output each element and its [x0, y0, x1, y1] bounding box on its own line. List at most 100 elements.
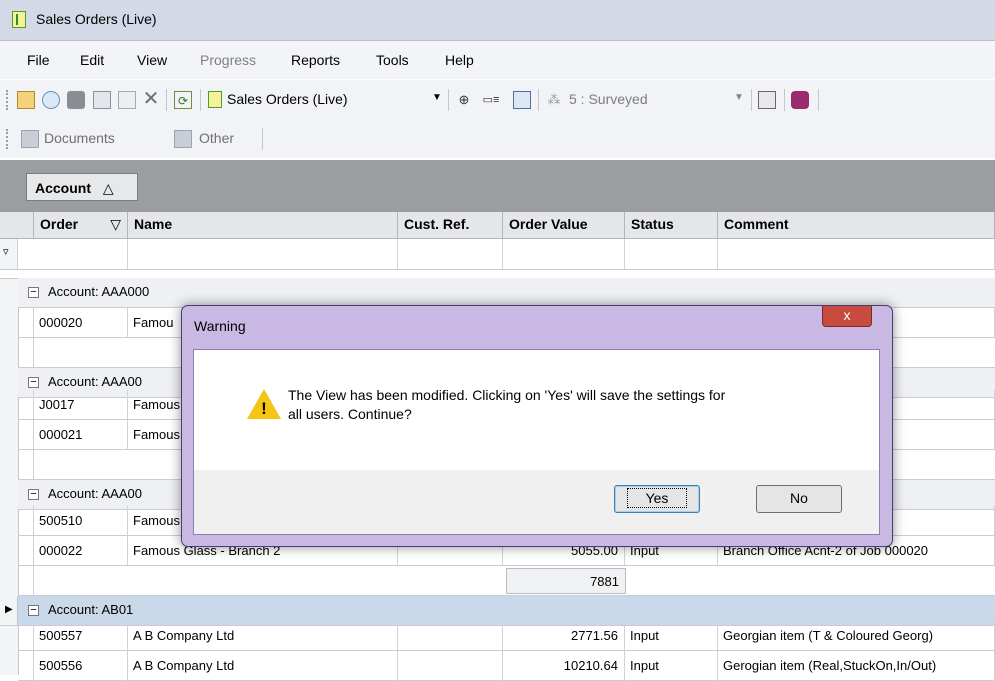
filter-icon-cell: ▿ [0, 239, 18, 269]
dialog-close-button[interactable]: x [822, 306, 872, 327]
filter-cust-ref[interactable] [398, 239, 503, 269]
menu-file[interactable]: File [27, 52, 50, 68]
group-label: Account: AAA000 [48, 284, 150, 299]
filter-icon: ▿ [3, 246, 9, 258]
filter-name[interactable] [128, 239, 398, 269]
properties-icon[interactable] [758, 91, 776, 109]
table-row[interactable]: 500557 A B Company Ltd 2771.56 Input Geo… [18, 621, 995, 651]
preview-icon[interactable] [42, 91, 60, 109]
copy-doc-icon[interactable] [93, 91, 111, 109]
dialog-message-line2: all users. Continue? [288, 406, 412, 422]
book-icon[interactable] [791, 91, 809, 109]
collapse-icon[interactable]: − [28, 605, 39, 616]
paste-icon[interactable] [118, 91, 136, 109]
other-button[interactable]: Other [199, 130, 234, 146]
warning-exclamation: ! [261, 399, 267, 418]
other-icon [174, 130, 192, 148]
row-indent [18, 621, 34, 651]
collapse-icon[interactable]: − [28, 489, 39, 500]
toolbar-grip[interactable] [6, 129, 10, 149]
dialog-body: ! The View has been modified. Clicking o… [193, 349, 880, 535]
cell-comment: Georgian item (T & Coloured Georg) [718, 621, 995, 651]
new-icon[interactable] [17, 91, 35, 109]
cell-comment: Gerogian item (Real,StuckOn,In/Out) [718, 651, 995, 681]
window-title: Sales Orders (Live) [36, 11, 157, 27]
column-header-cust-ref[interactable]: Cust. Ref. [398, 212, 503, 238]
column-header-order[interactable]: Order ▽ [34, 212, 128, 238]
app-icon [12, 11, 26, 28]
toolbar-separator [262, 128, 263, 150]
row-indent [18, 420, 34, 450]
column-header-status[interactable]: Status [625, 212, 718, 238]
add-column-icon[interactable]: ⊕ [455, 91, 473, 109]
filter-status[interactable] [625, 239, 718, 269]
dialog-message-area: ! The View has been modified. Clicking o… [194, 350, 879, 470]
menu-help[interactable]: Help [445, 52, 474, 68]
row-selector[interactable]: ▶ [0, 596, 18, 626]
filter-row: ▿ [0, 239, 995, 270]
filter-order[interactable] [18, 239, 128, 269]
column-chooser-icon[interactable]: ▭≡ [482, 91, 500, 109]
row-indent [18, 566, 34, 596]
close-icon: x [843, 307, 851, 323]
chevron-down-icon[interactable]: ▼ [734, 92, 744, 103]
column-header-name[interactable]: Name [128, 212, 398, 238]
progress-icon: ⁂ [547, 92, 561, 107]
row-indent [18, 338, 34, 368]
cell-cust-ref [398, 621, 503, 651]
collapse-icon[interactable]: − [28, 287, 39, 298]
group-by-label: Account [35, 180, 91, 196]
cell-status: Input [625, 621, 718, 651]
documents-toolbar: Documents Other [0, 120, 995, 158]
yes-button[interactable]: Yes [614, 485, 700, 513]
documents-icon [21, 130, 39, 148]
group-by-panel: Account △ [0, 160, 995, 213]
menu-edit[interactable]: Edit [80, 52, 104, 68]
cell-order: J0017 [34, 390, 128, 420]
menu-reports[interactable]: Reports [291, 52, 340, 68]
toolbar-separator [166, 89, 167, 111]
filter-order-value[interactable] [503, 239, 625, 269]
chevron-down-icon[interactable]: ▼ [432, 92, 442, 103]
status-selector[interactable]: 5 : Surveyed [569, 91, 648, 107]
toolbar-grip[interactable] [6, 90, 10, 110]
toolbar-separator [200, 89, 201, 111]
cell-status: Input [625, 651, 718, 681]
group-label: Account: AAA00 [48, 374, 142, 389]
cell-order-value: 2771.56 [503, 621, 625, 651]
column-header-order-value[interactable]: Order Value [503, 212, 625, 238]
group-label: Account: AB01 [48, 602, 134, 617]
camera-icon[interactable] [67, 91, 85, 109]
table-row[interactable]: 500556 A B Company Ltd 10210.64 Input Ge… [18, 651, 995, 681]
menu-progress[interactable]: Progress [200, 52, 256, 68]
view-selector[interactable]: Sales Orders (Live) [227, 91, 348, 107]
cell-cust-ref [398, 651, 503, 681]
refresh-icon[interactable]: ⟳ [174, 91, 192, 109]
column-header-comment[interactable]: Comment [718, 212, 995, 238]
dialog-title: Warning [194, 318, 246, 334]
window-titlebar: Sales Orders (Live) [0, 0, 995, 41]
group-row[interactable]: − Account: AAA000 [18, 278, 995, 308]
view-icon [208, 91, 222, 108]
row-indent [18, 506, 34, 536]
collapse-icon[interactable]: − [28, 377, 39, 388]
cell-order: 500510 [34, 506, 128, 536]
cell-order: 000021 [34, 420, 128, 450]
no-label: No [790, 490, 808, 506]
dialog-message: The View has been modified. Clicking on … [288, 386, 848, 424]
grid-settings-icon[interactable] [513, 91, 531, 109]
warning-dialog: Warning x ! The View has been modified. … [181, 305, 893, 547]
yes-label: Yes [626, 488, 688, 508]
column-label: Order [40, 216, 79, 232]
no-button[interactable]: No [756, 485, 842, 513]
delete-icon[interactable]: ✕ [142, 89, 160, 109]
documents-button[interactable]: Documents [44, 130, 115, 146]
menu-view[interactable]: View [137, 52, 167, 68]
main-toolbar: ✕ ⟳ Sales Orders (Live) ▼ ⊕ ▭≡ ⁂ 5 : Sur… [0, 80, 995, 120]
row-indent [18, 536, 34, 566]
menu-tools[interactable]: Tools [376, 52, 409, 68]
filter-comment[interactable] [718, 239, 995, 269]
order-value-subtotal: 7881 [506, 568, 626, 594]
cell-order: 000020 [34, 308, 128, 338]
group-by-chip[interactable]: Account △ [26, 173, 138, 201]
